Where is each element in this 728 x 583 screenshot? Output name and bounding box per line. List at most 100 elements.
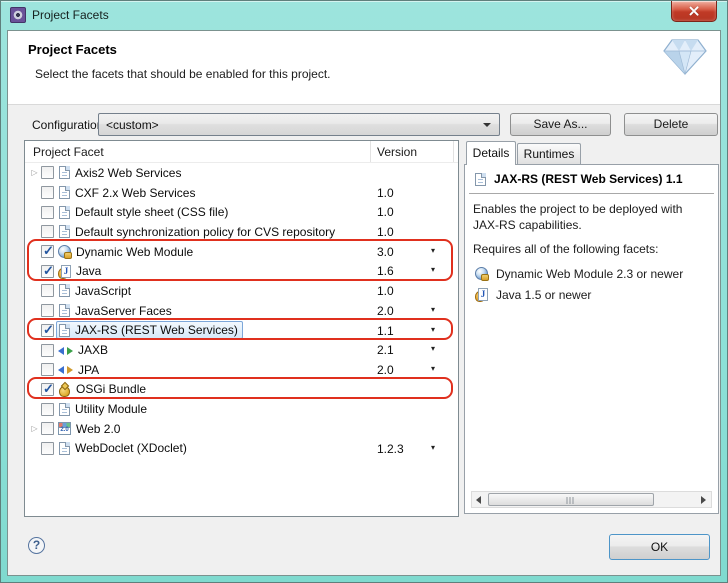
facet-version[interactable]: 1.0 — [377, 284, 394, 298]
facet-row[interactable]: JAXB 2.1 ▾ — [25, 340, 458, 360]
facet-checkbox[interactable] — [41, 403, 54, 416]
facet-row[interactable]: JAX-RS (REST Web Services) 1.1 ▾ — [25, 321, 458, 341]
scrollbar-thumb[interactable] — [488, 493, 654, 506]
facet-label: OSGi Bundle — [76, 382, 146, 396]
version-dropdown-icon[interactable]: ▾ — [431, 325, 435, 334]
facet-table-header[interactable]: Project Facet Version — [25, 141, 458, 163]
facet-checkbox[interactable] — [41, 206, 54, 219]
save-as-button[interactable]: Save As... — [510, 113, 611, 136]
facet-entry[interactable]: Dynamic Web Module — [56, 243, 198, 261]
column-header-version[interactable]: Version — [377, 145, 417, 159]
facet-version[interactable]: 1.0 — [377, 186, 394, 200]
facet-label: Java — [76, 264, 101, 278]
facet-label: Axis2 Web Services — [75, 166, 181, 180]
configuration-combobox[interactable]: <custom> — [98, 113, 500, 136]
facet-checkbox[interactable] — [41, 442, 54, 455]
facet-entry[interactable]: Default style sheet (CSS file) — [56, 203, 233, 221]
facet-entry[interactable]: OSGi Bundle — [56, 380, 151, 398]
facet-entry[interactable]: Java — [56, 262, 106, 280]
facet-version[interactable]: 1.6 — [377, 264, 394, 278]
facet-checkbox[interactable] — [41, 245, 54, 258]
column-header-project-facet[interactable]: Project Facet — [33, 145, 104, 159]
facet-checkbox[interactable] — [41, 344, 54, 357]
diamond-icon — [662, 37, 708, 82]
facet-entry[interactable]: CXF 2.x Web Services — [56, 184, 200, 202]
column-divider[interactable] — [370, 141, 371, 162]
facet-row[interactable]: Java 1.6 ▾ — [25, 261, 458, 281]
facet-entry[interactable]: Utility Module — [56, 400, 152, 418]
configuration-value: <custom> — [106, 118, 159, 132]
facet-checkbox[interactable] — [41, 265, 54, 278]
facet-label: Dynamic Web Module — [76, 245, 193, 259]
facet-entry[interactable]: JPA — [56, 361, 104, 379]
chevron-down-icon — [483, 123, 491, 127]
facet-entry[interactable]: JAXB — [56, 341, 113, 359]
facet-row[interactable]: Dynamic Web Module 3.0 ▾ — [25, 242, 458, 262]
scroll-right-icon[interactable] — [700, 496, 708, 504]
details-title: JAX-RS (REST Web Services) 1.1 — [494, 172, 683, 186]
details-panel: JAX-RS (REST Web Services) 1.1 Enables t… — [464, 164, 719, 514]
facet-row[interactable]: JavaServer Faces 2.0 ▾ — [25, 301, 458, 321]
doc-icon — [59, 284, 70, 297]
expand-arrow-icon[interactable]: ▷ — [28, 424, 41, 433]
facet-row[interactable]: Utility Module — [25, 399, 458, 419]
version-dropdown-icon[interactable]: ▾ — [431, 265, 435, 274]
doc-icon — [59, 324, 70, 337]
facet-entry[interactable]: WebDoclet (XDoclet) — [56, 439, 192, 457]
facet-label: WebDoclet (XDoclet) — [75, 441, 187, 455]
facet-label: JavaServer Faces — [75, 304, 172, 318]
facet-label: CXF 2.x Web Services — [75, 186, 195, 200]
facet-checkbox[interactable] — [41, 304, 54, 317]
facet-version[interactable]: 1.1 — [377, 324, 394, 338]
scroll-left-icon[interactable] — [475, 496, 483, 504]
facet-row[interactable]: CXF 2.x Web Services 1.0 — [25, 183, 458, 203]
version-dropdown-icon[interactable]: ▾ — [431, 443, 435, 452]
facet-entry[interactable]: JavaScript — [56, 282, 136, 300]
column-divider[interactable] — [453, 141, 454, 162]
facet-checkbox[interactable] — [41, 186, 54, 199]
facet-entry[interactable]: JAX-RS (REST Web Services) — [56, 321, 243, 339]
facet-row[interactable]: JPA 2.0 ▾ — [25, 360, 458, 380]
facet-version[interactable]: 1.2.3 — [377, 442, 404, 456]
facet-checkbox[interactable] — [41, 225, 54, 238]
version-dropdown-icon[interactable]: ▾ — [431, 305, 435, 314]
ok-button[interactable]: OK — [609, 534, 710, 560]
help-button[interactable]: ? — [28, 537, 45, 554]
title-bar[interactable]: Project Facets — [1, 1, 727, 30]
tab-details[interactable]: Details — [466, 141, 516, 165]
facet-version[interactable]: 2.1 — [377, 343, 394, 357]
facet-checkbox[interactable] — [41, 324, 54, 337]
expand-arrow-icon[interactable]: ▷ — [28, 168, 41, 177]
facet-checkbox[interactable] — [41, 166, 54, 179]
facet-row[interactable]: Default synchronization policy for CVS r… — [25, 222, 458, 242]
close-button[interactable] — [671, 1, 717, 22]
facet-version[interactable]: 2.0 — [377, 363, 394, 377]
tab-runtimes[interactable]: Runtimes — [517, 143, 581, 165]
facet-row[interactable]: ▷ Axis2 Web Services — [25, 163, 458, 183]
facet-checkbox[interactable] — [41, 284, 54, 297]
facet-checkbox[interactable] — [41, 422, 54, 435]
facet-checkbox[interactable] — [41, 383, 54, 396]
facet-entry[interactable]: JavaServer Faces — [56, 302, 177, 320]
delete-button[interactable]: Delete — [624, 113, 718, 136]
facet-entry[interactable]: Default synchronization policy for CVS r… — [56, 223, 340, 241]
facet-version[interactable]: 2.0 — [377, 304, 394, 318]
version-dropdown-icon[interactable]: ▾ — [431, 364, 435, 373]
version-dropdown-icon[interactable]: ▾ — [431, 344, 435, 353]
facet-row[interactable]: ▷ Web 2.0 — [25, 419, 458, 439]
facet-entry[interactable]: Axis2 Web Services — [56, 164, 186, 182]
dialog-body: Project Facets Select the facets that sh… — [7, 30, 721, 576]
facet-row[interactable]: WebDoclet (XDoclet) 1.2.3 ▾ — [25, 439, 458, 459]
facet-version[interactable]: 1.0 — [377, 205, 394, 219]
facet-row[interactable]: JavaScript 1.0 — [25, 281, 458, 301]
facet-checkbox[interactable] — [41, 363, 54, 376]
facet-version[interactable]: 3.0 — [377, 245, 394, 259]
version-dropdown-icon[interactable]: ▾ — [431, 246, 435, 255]
facet-row[interactable]: OSGi Bundle — [25, 380, 458, 400]
required-facet-label: Dynamic Web Module 2.3 or newer — [496, 267, 683, 281]
facet-entry[interactable]: Web 2.0 — [56, 420, 125, 438]
project-facets-dialog: Project Facets Project Facets Select the… — [0, 0, 728, 583]
facet-row[interactable]: Default style sheet (CSS file) 1.0 — [25, 202, 458, 222]
facet-version[interactable]: 1.0 — [377, 225, 394, 239]
horizontal-scrollbar[interactable] — [471, 491, 712, 508]
